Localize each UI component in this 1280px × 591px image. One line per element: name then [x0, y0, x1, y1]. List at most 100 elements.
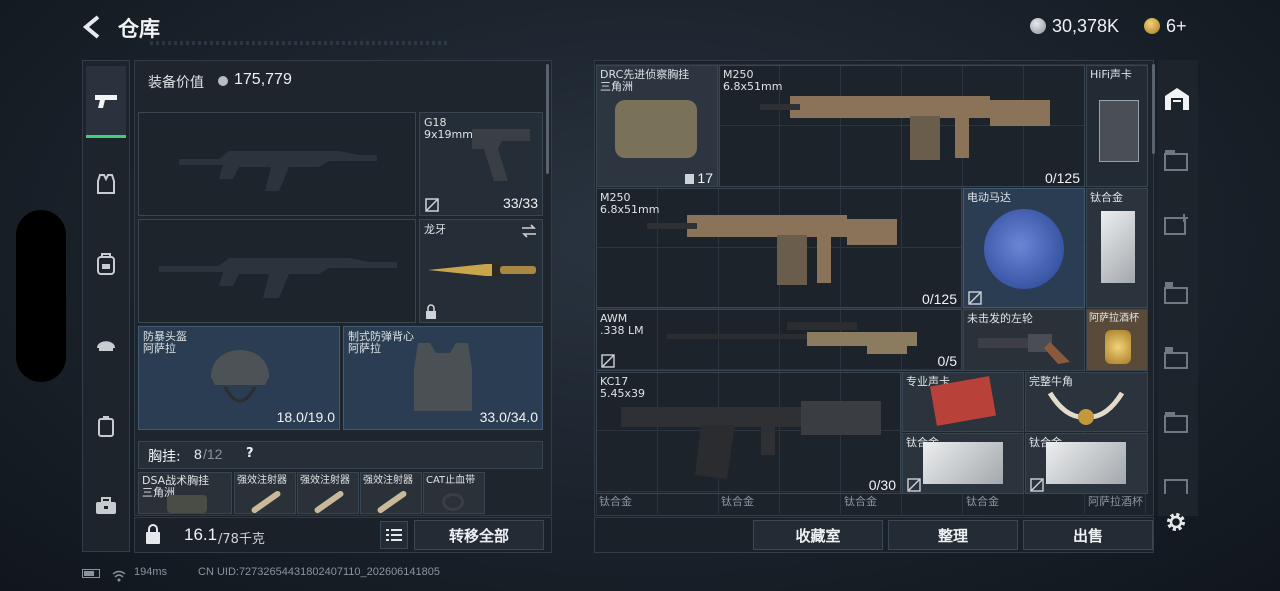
vest-image-icon	[414, 343, 472, 411]
ticket-display[interactable]: 6+	[1144, 14, 1187, 38]
storage-item-cup[interactable]: 阿萨拉酒杯	[1086, 309, 1148, 371]
rig-item[interactable]: 强效注射器	[297, 472, 359, 514]
sort-button[interactable]: 整理	[888, 520, 1018, 550]
knife-image-icon	[428, 262, 536, 278]
item-name[interactable]: 钛合金	[599, 496, 632, 508]
item-sub: .338 LM	[600, 324, 644, 337]
storage-item-awm[interactable]: AWM .338 LM 0/5	[596, 309, 962, 371]
primary-weapon-slot-2[interactable]	[138, 219, 416, 323]
item-name[interactable]: 钛合金	[721, 496, 754, 508]
vest-icon	[97, 174, 115, 194]
pistol-slot[interactable]: G18 9x19mm 33/33	[419, 112, 543, 216]
tab-storage-4[interactable]	[1162, 280, 1192, 310]
tab-storage-5[interactable]	[1162, 345, 1192, 375]
storage-box-icon	[1164, 150, 1188, 171]
item-name[interactable]: 钛合金	[966, 496, 999, 508]
rig-image-icon	[167, 495, 207, 513]
helmet-icon	[97, 341, 115, 351]
list-view-button[interactable]	[380, 521, 408, 549]
horn-image-icon	[1047, 391, 1125, 425]
weight-lock-button[interactable]	[144, 523, 164, 547]
item-count: 0/5	[937, 353, 957, 369]
pistol-icon	[95, 94, 117, 108]
weight-current: 16.1	[184, 525, 218, 544]
tab-storage-6[interactable]	[1162, 410, 1192, 440]
lock-icon	[146, 524, 160, 544]
item-count: 17	[697, 170, 713, 186]
tab-storage-2[interactable]	[1162, 148, 1192, 178]
rifle-silhouette-icon	[159, 258, 397, 298]
card-image-icon	[1099, 100, 1139, 162]
item-name[interactable]: 阿萨拉酒杯	[1088, 496, 1143, 508]
storage-box-add-icon	[1164, 214, 1188, 235]
rig-item[interactable]: CAT止血带	[423, 472, 485, 514]
storage-item-rig[interactable]: DRC先进侦察胸挂 三角洲 17	[596, 65, 718, 187]
side-handle	[16, 210, 66, 382]
machinegun-image-icon	[647, 215, 897, 285]
swap-icon[interactable]	[520, 224, 538, 238]
no-insure-icon	[1030, 478, 1044, 492]
storage-item-hifi[interactable]: HiFi声卡	[1086, 65, 1148, 187]
tab-storage-7[interactable]	[1162, 474, 1192, 494]
rig-item[interactable]: 强效注射器	[234, 472, 296, 514]
item-name: 电动马达	[967, 191, 1011, 204]
helmet-slot[interactable]: 防暴头盔 阿萨拉 18.0/19.0	[138, 326, 340, 430]
tab-helmet[interactable]	[88, 326, 124, 362]
transfer-all-button[interactable]: 转移全部	[414, 520, 544, 550]
back-button[interactable]	[80, 14, 108, 40]
rig-help-icon[interactable]: ?	[246, 446, 254, 461]
storage-item-horn[interactable]: 完整牛角	[1025, 372, 1148, 432]
item-name[interactable]: 钛合金	[844, 496, 877, 508]
storage-item-m250[interactable]: M250 6.8x51mm 0/125	[719, 65, 1085, 187]
pistol-caliber: 9x19mm	[424, 128, 473, 141]
motor-image-icon	[984, 209, 1064, 289]
settings-button[interactable]	[1164, 510, 1190, 536]
rig-item[interactable]: DSA战术胸挂 三角洲	[138, 472, 232, 514]
item-name: HiFi声卡	[1090, 68, 1132, 81]
syringe-icon	[376, 489, 408, 513]
tab-storage-main[interactable]	[1160, 82, 1194, 116]
tab-vest[interactable]	[88, 166, 124, 202]
collection-button[interactable]: 收藏室	[753, 520, 883, 550]
tab-storage-3[interactable]	[1162, 212, 1192, 242]
currency-display[interactable]: 30,378K	[1030, 14, 1119, 38]
storage-item-motor[interactable]: 电动马达	[963, 188, 1085, 308]
machinegun-image-icon	[760, 96, 1050, 160]
armor-slot[interactable]: 制式防弹背心 阿萨拉 33.0/34.0	[343, 326, 543, 430]
scrollbar-left[interactable]	[546, 64, 549, 174]
rifle-silhouette-icon	[179, 151, 377, 191]
tab-case[interactable]	[88, 408, 124, 444]
scrollbar-right[interactable]	[1152, 64, 1155, 154]
storage-item-titanium[interactable]: 钛合金	[1086, 188, 1148, 308]
storage-item-revolver[interactable]: 未击发的左轮	[963, 309, 1085, 371]
back-arrow-icon	[82, 15, 100, 39]
tab-backpack[interactable]	[88, 246, 124, 282]
storage-item-m250[interactable]: M250 6.8x51mm 0/125	[596, 188, 962, 308]
melee-slot[interactable]: 龙牙	[419, 219, 543, 323]
pistol-image-icon	[472, 129, 530, 181]
storage-item-titanium[interactable]: 钛合金	[902, 433, 1024, 494]
melee-name: 龙牙	[424, 223, 446, 236]
sell-button[interactable]: 出售	[1023, 520, 1153, 550]
storage-item-titanium[interactable]: 钛合金	[1025, 433, 1148, 494]
sniper-image-icon	[667, 322, 917, 354]
no-insure-icon	[601, 354, 615, 368]
item-count: 0/30	[868, 477, 896, 493]
equip-value-label: 装备价值	[148, 75, 204, 91]
wifi-icon	[112, 567, 126, 582]
rig-item-name: CAT止血带	[426, 475, 476, 486]
warehouse-icon	[1165, 88, 1189, 110]
storage-item-kc17[interactable]: KC17 5.45x39 0/30	[596, 372, 901, 494]
storage-bottom-row: 钛合金 钛合金 钛合金 钛合金 阿萨拉酒杯	[596, 495, 1148, 514]
item-name: 未击发的左轮	[967, 312, 1033, 325]
rig-item[interactable]: 强效注射器	[360, 472, 422, 514]
storage-item-pro-soundcard[interactable]: 专业声卡	[902, 372, 1024, 432]
helmet-image-icon	[211, 350, 269, 403]
helmet-origin: 阿萨拉	[143, 342, 176, 355]
tab-toolbox[interactable]	[88, 488, 124, 524]
currency-amount: 30,378K	[1052, 15, 1120, 36]
vest-small-icon	[685, 174, 694, 184]
primary-weapon-slot-1[interactable]	[138, 112, 416, 216]
tab-weapons[interactable]	[86, 66, 126, 138]
rig-total: /12	[203, 446, 223, 462]
